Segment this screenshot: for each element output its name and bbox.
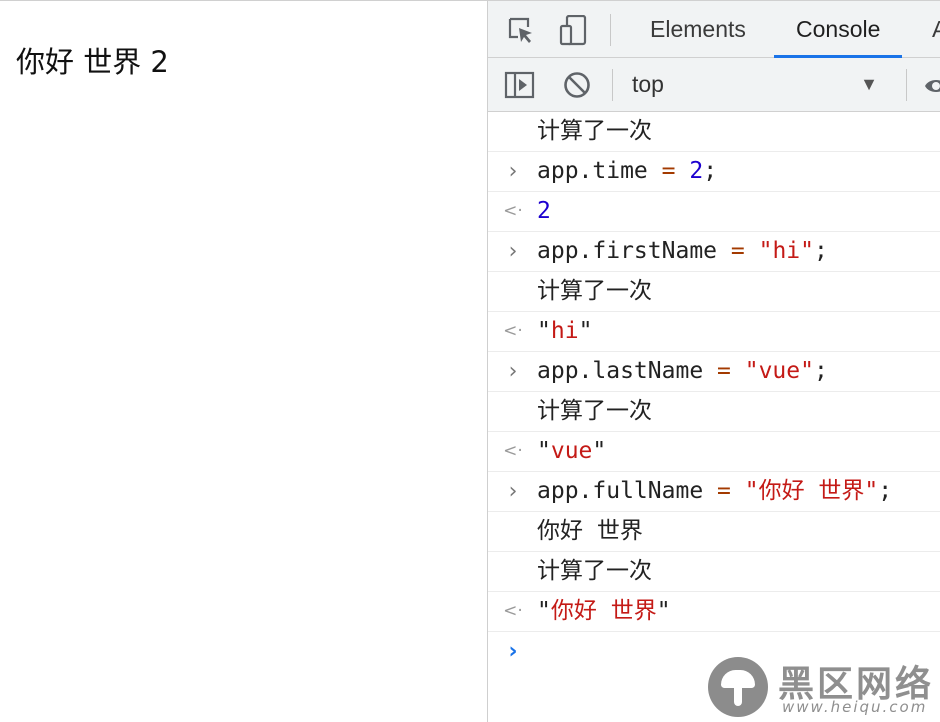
tab-console[interactable]: Console bbox=[773, 1, 903, 58]
devtools-panel: Elements Console A top ▼ bbox=[487, 1, 940, 722]
devtools-tabbar: Elements Console A bbox=[488, 1, 940, 58]
console-entry-result-num: <· 2 bbox=[488, 192, 940, 232]
console-entry-input: › app.fullName = "你好 世界"; bbox=[488, 472, 940, 512]
device-toolbar-icon[interactable] bbox=[558, 14, 588, 46]
log-gutter bbox=[502, 552, 524, 591]
page-viewport: 你好 世界 2 bbox=[0, 1, 487, 722]
console-log: 计算了一次 › app.time = 2; <· 2 › app.firstName = "… bbox=[488, 112, 940, 722]
console-entry-log: 计算了一次 bbox=[488, 392, 940, 432]
prompt-chevron-icon: › bbox=[508, 639, 518, 664]
console-result-string: "hi" bbox=[537, 318, 593, 344]
toolbar-separator bbox=[610, 14, 611, 46]
console-toolbar: top ▼ bbox=[488, 58, 940, 112]
chevron-down-icon: ▼ bbox=[860, 74, 878, 94]
log-gutter bbox=[502, 392, 524, 431]
console-entry-result-str: <· "你好 世界" bbox=[488, 592, 940, 632]
input-chevron-icon: › bbox=[508, 359, 518, 384]
log-gutter bbox=[502, 272, 524, 311]
output-arrow-icon: <· bbox=[503, 441, 523, 461]
console-entry-input: › app.lastName = "vue"; bbox=[488, 352, 940, 392]
output-arrow-icon: <· bbox=[503, 601, 523, 621]
console-entry-result-str: <· "vue" bbox=[488, 432, 940, 472]
console-log-message: 计算了一次 bbox=[537, 278, 652, 304]
console-entry-input: › app.firstName = "hi"; bbox=[488, 232, 940, 272]
watermark-logo-icon bbox=[708, 657, 768, 717]
console-log-message: 你好 世界 bbox=[537, 518, 643, 544]
console-log-message: 计算了一次 bbox=[537, 398, 652, 424]
toolbar-separator bbox=[906, 69, 907, 101]
console-entry-log: 计算了一次 bbox=[488, 112, 940, 152]
clear-console-icon[interactable] bbox=[562, 70, 592, 100]
console-entry-log: 计算了一次 bbox=[488, 552, 940, 592]
page-content-text: 你好 世界 2 bbox=[16, 45, 169, 79]
input-chevron-icon: › bbox=[508, 479, 518, 504]
console-input-code: app.lastName = "vue"; bbox=[537, 358, 828, 384]
inspect-element-icon[interactable] bbox=[506, 15, 536, 45]
context-selector[interactable]: top ▼ bbox=[632, 58, 894, 111]
console-result-string: "vue" bbox=[537, 438, 607, 464]
console-input-code: app.firstName = "hi"; bbox=[537, 238, 828, 264]
tab-elements[interactable]: Elements bbox=[650, 1, 746, 58]
output-arrow-icon: <· bbox=[503, 201, 523, 221]
browser-window: 你好 世界 2 Elements Console A bbox=[0, 0, 940, 722]
show-sidebar-icon[interactable] bbox=[504, 70, 535, 100]
console-log-message: 计算了一次 bbox=[537, 118, 652, 144]
console-log-message: 计算了一次 bbox=[537, 558, 652, 584]
log-gutter bbox=[502, 512, 524, 551]
console-result-string: "你好 世界" bbox=[537, 598, 671, 624]
output-arrow-icon: <· bbox=[503, 321, 523, 341]
input-chevron-icon: › bbox=[508, 159, 518, 184]
console-entry-log: 计算了一次 bbox=[488, 272, 940, 312]
console-input-code: app.time = 2; bbox=[537, 158, 718, 184]
watermark-url: www.heiqu.com bbox=[782, 698, 928, 716]
watermark: 黑区网络 www.heiqu.com bbox=[706, 653, 940, 722]
context-value: top bbox=[632, 71, 664, 97]
console-result-value: 2 bbox=[537, 198, 551, 224]
input-chevron-icon: › bbox=[508, 239, 518, 264]
console-entry-log: 你好 世界 bbox=[488, 512, 940, 552]
tab-more[interactable]: A bbox=[932, 1, 940, 58]
console-input-code: app.fullName = "你好 世界"; bbox=[537, 478, 893, 504]
console-entry-result-str: <· "hi" bbox=[488, 312, 940, 352]
console-entry-input: › app.time = 2; bbox=[488, 152, 940, 192]
toolbar-separator bbox=[612, 69, 613, 101]
eye-icon[interactable] bbox=[924, 74, 940, 98]
log-gutter bbox=[502, 112, 524, 151]
